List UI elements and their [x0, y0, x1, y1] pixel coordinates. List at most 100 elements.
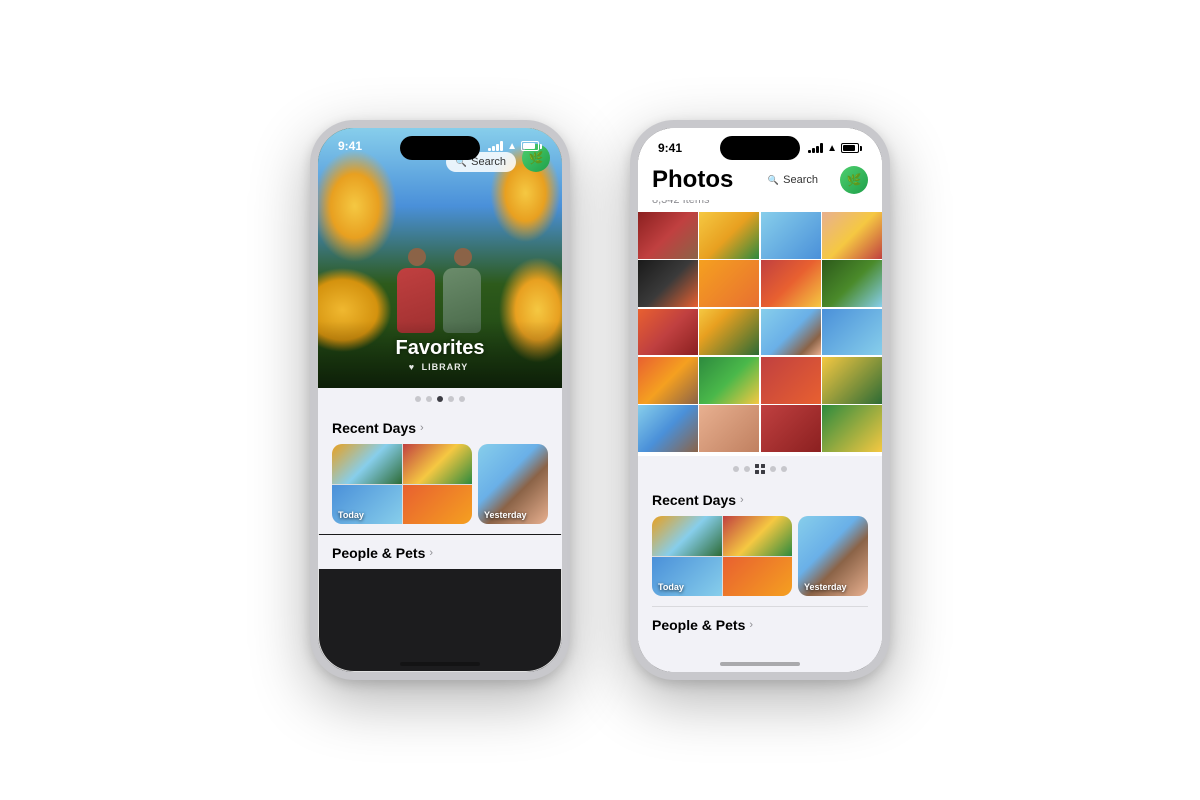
- yesterday-card-1[interactable]: Yesterday: [478, 444, 548, 524]
- grid-photo-15[interactable]: [761, 357, 821, 404]
- phone-2: 9:41 ▲ Photos: [630, 120, 890, 680]
- grid-photo-4[interactable]: [822, 212, 882, 259]
- page-dots-2: [638, 456, 882, 482]
- recent-grid-2: Today Yesterday: [652, 516, 868, 606]
- today-label-2: Today: [658, 582, 684, 592]
- home-bar-2: [720, 662, 800, 666]
- recent-grid-1: Today Yesterday: [332, 444, 548, 534]
- recent-days-header-2[interactable]: Recent Days ›: [652, 482, 868, 516]
- thumb-1: [332, 444, 402, 484]
- signal-icon-1: [488, 141, 503, 151]
- people-pets-header-2[interactable]: People & Pets ›: [652, 607, 868, 641]
- person-2-head: [454, 248, 472, 266]
- people-pets-section-2: People & Pets ›: [638, 607, 882, 641]
- grid-photo-1[interactable]: [638, 212, 698, 259]
- heart-icon: ♥: [409, 362, 415, 372]
- recent-days-title-2: Recent Days: [652, 492, 736, 508]
- phone1-content: Favorites ♥ LIBRARY 🔍 Search 🌿: [318, 128, 562, 672]
- today-label-1: Today: [338, 510, 364, 520]
- photo-grid: [638, 212, 882, 452]
- home-bar-1: [400, 662, 480, 666]
- photos-title: Photos: [652, 166, 733, 194]
- dot-1-2: [426, 396, 432, 402]
- recent-days-title-1: Recent Days: [332, 420, 416, 436]
- library-label: ♥ LIBRARY: [334, 362, 546, 372]
- favorites-hero: Favorites ♥ LIBRARY 🔍 Search 🌿: [318, 128, 562, 388]
- dot-1-4: [448, 396, 454, 402]
- battery-icon-2: [841, 143, 862, 153]
- grid-photo-3[interactable]: [761, 212, 821, 259]
- status-icons-1: ▲: [488, 141, 542, 152]
- phone-1: 9:41 ▲: [310, 120, 570, 680]
- dot-2-2: [744, 466, 750, 472]
- grid-photo-17[interactable]: [638, 405, 698, 452]
- grid-photo-2[interactable]: [699, 212, 759, 259]
- thumb-2-4: [723, 557, 793, 597]
- grid-photo-13[interactable]: [638, 357, 698, 404]
- dot-1-3-active: [437, 396, 443, 402]
- yesterday-card-2[interactable]: Yesterday: [798, 516, 868, 596]
- grid-photo-19[interactable]: [761, 405, 821, 452]
- dot-2-4: [770, 466, 776, 472]
- thumb-2-2: [723, 516, 793, 556]
- today-card-2[interactable]: Today: [652, 516, 792, 596]
- grid-photo-20[interactable]: [822, 405, 882, 452]
- status-icons-2: ▲: [808, 143, 862, 154]
- page-dots-1: [318, 388, 562, 410]
- favorites-title: Favorites: [334, 337, 546, 360]
- dot-1-1: [415, 396, 421, 402]
- grid-photo-7[interactable]: [761, 260, 821, 307]
- grid-photo-5[interactable]: [638, 260, 698, 307]
- wifi-icon-1: ▲: [507, 141, 517, 152]
- avatar-2[interactable]: 🌿: [840, 166, 868, 194]
- people-pets-section-1: People & Pets ›: [318, 535, 562, 569]
- battery-icon-1: [521, 141, 542, 151]
- library-text: LIBRARY: [422, 362, 469, 372]
- today-card-1[interactable]: Today: [332, 444, 472, 524]
- thumb-2: [403, 444, 473, 484]
- people-pets-arrow-2: ›: [749, 619, 753, 631]
- signal-icon-2: [808, 143, 823, 153]
- grid-photo-8[interactable]: [822, 260, 882, 307]
- dynamic-island-1: [400, 136, 480, 160]
- thumb-2-1: [652, 516, 722, 556]
- recent-days-section-2: Recent Days ›: [638, 482, 882, 606]
- recent-days-arrow-1: ›: [420, 422, 424, 434]
- yesterday-label-2: Yesterday: [804, 582, 847, 592]
- wifi-icon-2: ▲: [827, 143, 837, 154]
- dot-2-grid: [755, 464, 765, 474]
- grid-photo-9[interactable]: [638, 309, 698, 356]
- favorites-overlay: Favorites ♥ LIBRARY: [318, 321, 562, 388]
- phone-2-frame: 9:41 ▲ Photos: [630, 120, 890, 680]
- people-pets-title-1: People & Pets: [332, 545, 425, 561]
- phone2-content: 9:41 ▲ Photos: [638, 128, 882, 672]
- phone-1-frame: 9:41 ▲: [310, 120, 570, 680]
- phone2-bottom: Recent Days ›: [638, 456, 882, 672]
- status-time-2: 9:41: [658, 141, 682, 155]
- recent-days-section-1: Recent Days › Today: [318, 410, 562, 534]
- yesterday-label-1: Yesterday: [484, 510, 527, 520]
- search-icon-2: 🔍: [768, 175, 779, 186]
- grid-photo-6[interactable]: [699, 260, 759, 307]
- search-label-2: Search: [783, 174, 818, 186]
- photos-nav: Photos 🔍 Search 🌿: [638, 160, 882, 200]
- recent-days-arrow-2: ›: [740, 494, 744, 506]
- people-pets-header-1[interactable]: People & Pets ›: [332, 535, 548, 569]
- grid-photo-11[interactable]: [761, 309, 821, 356]
- status-time-1: 9:41: [338, 139, 362, 153]
- grid-photo-14[interactable]: [699, 357, 759, 404]
- recent-days-header-1[interactable]: Recent Days ›: [332, 410, 548, 444]
- dot-1-5: [459, 396, 465, 402]
- grid-photo-18[interactable]: [699, 405, 759, 452]
- photos-nav-right: 🔍 Search 🌿: [758, 166, 868, 194]
- person-1-head: [408, 248, 426, 266]
- grid-photo-10[interactable]: [699, 309, 759, 356]
- people-pets-title-2: People & Pets: [652, 617, 745, 633]
- search-button-2[interactable]: 🔍 Search: [758, 170, 828, 190]
- thumb-4: [403, 485, 473, 525]
- people-pets-arrow-1: ›: [429, 547, 433, 559]
- dot-2-5: [781, 466, 787, 472]
- grid-photo-12[interactable]: [822, 309, 882, 356]
- dynamic-island-2: [720, 136, 800, 160]
- grid-photo-16[interactable]: [822, 357, 882, 404]
